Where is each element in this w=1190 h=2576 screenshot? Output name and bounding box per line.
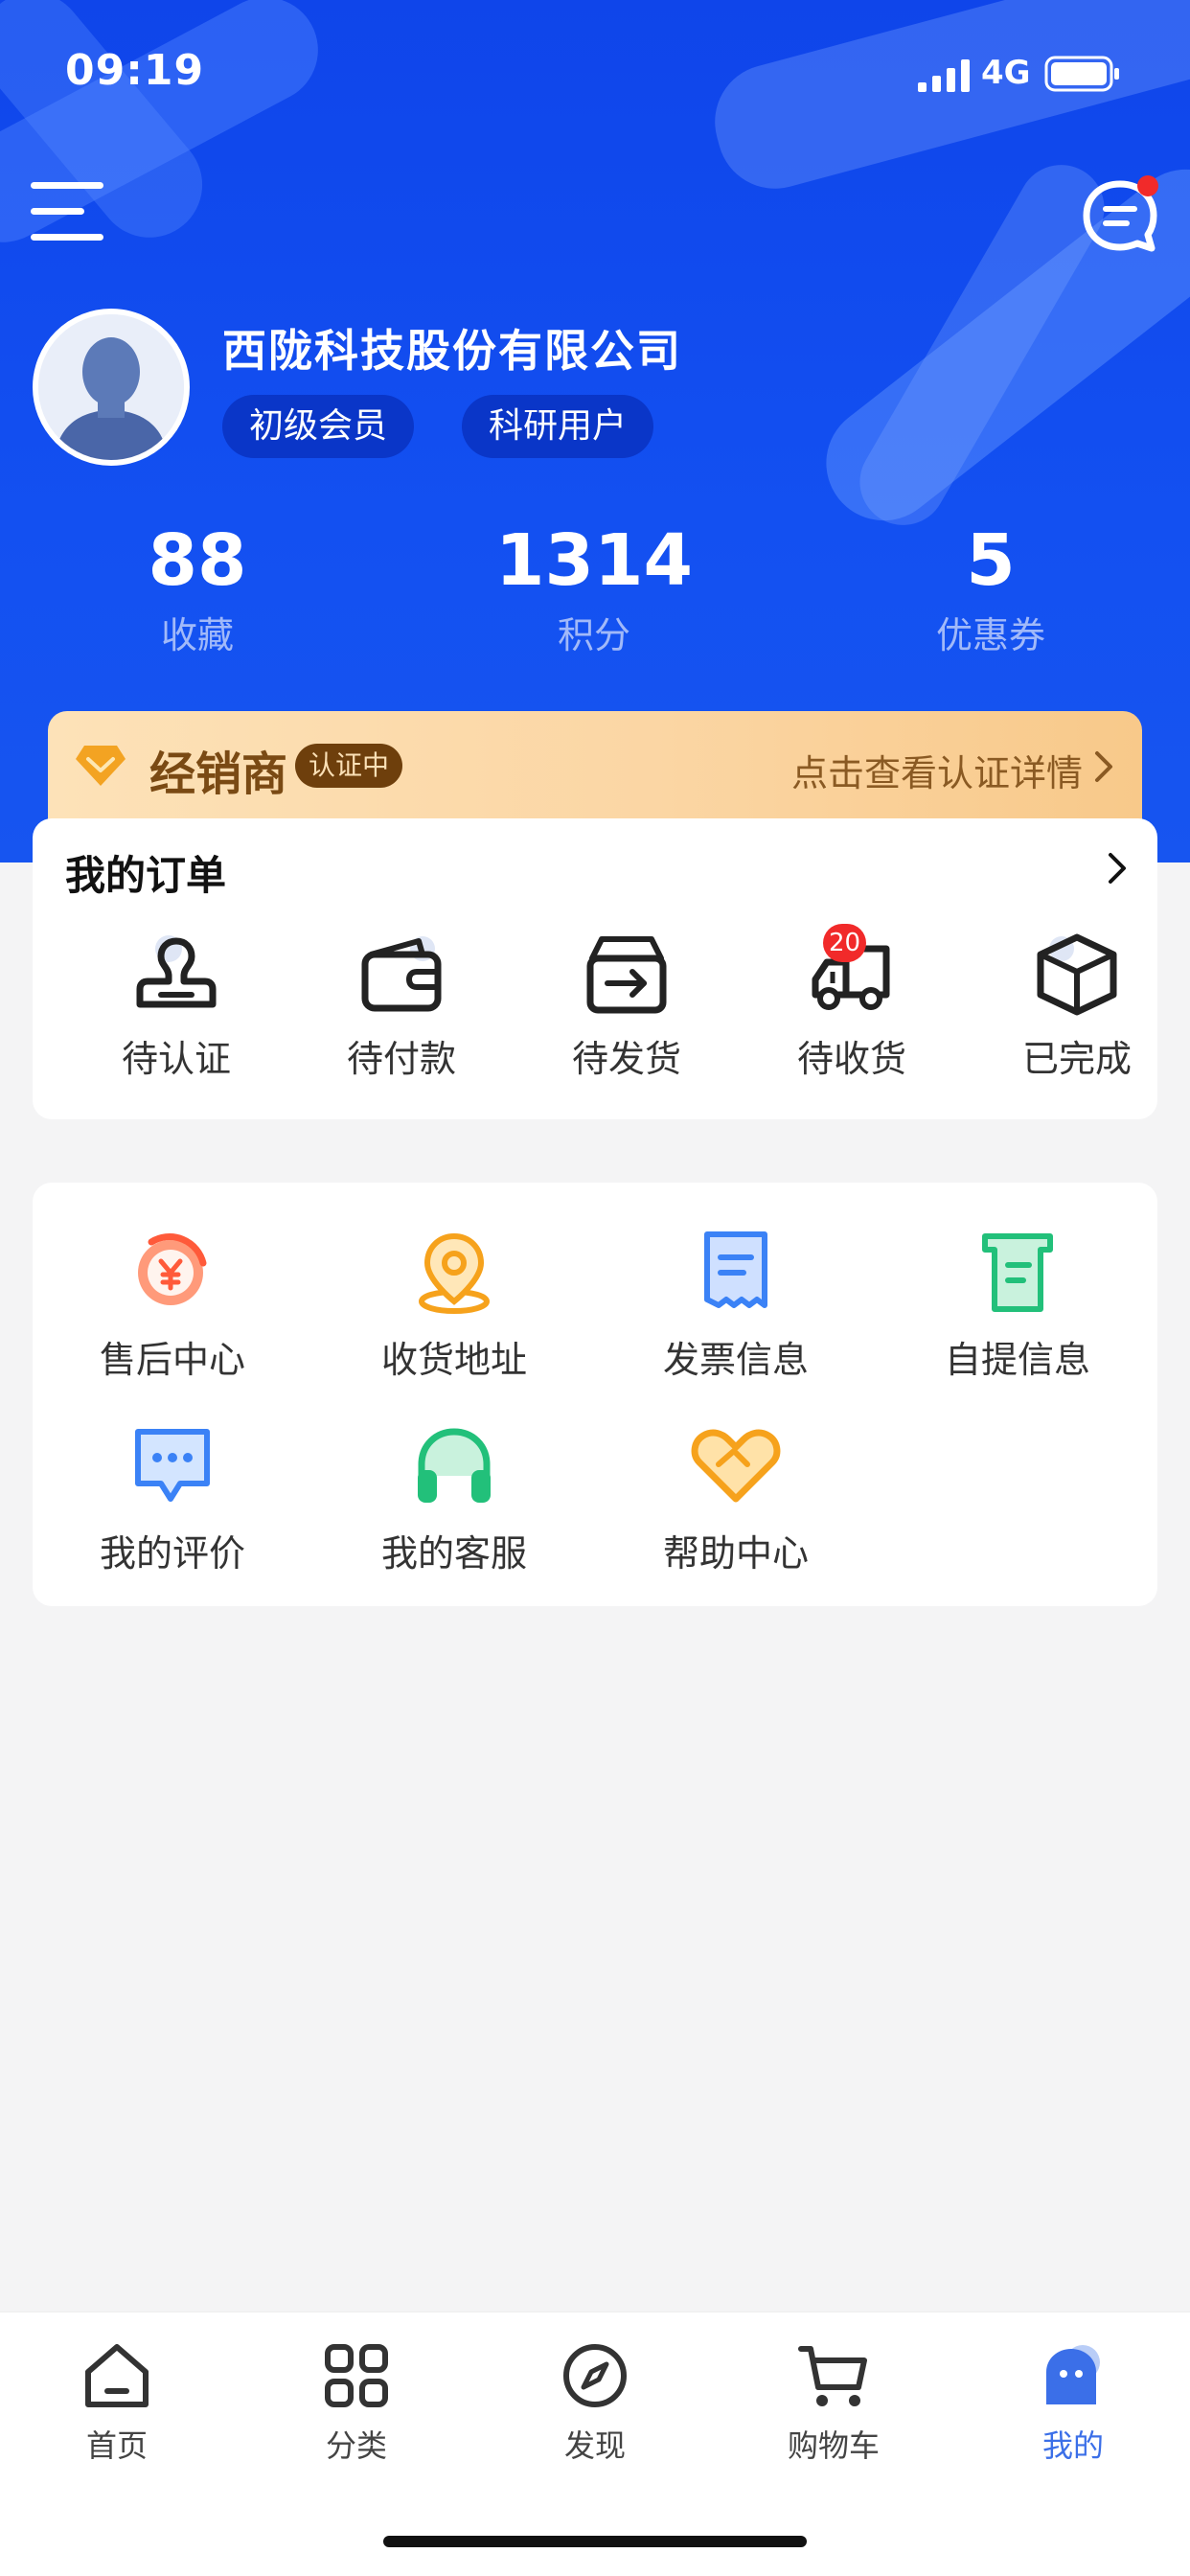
location-icon bbox=[419, 1232, 490, 1314]
stamp-icon bbox=[136, 935, 217, 1008]
menu-button[interactable] bbox=[31, 178, 103, 245]
chevron-right-icon bbox=[1095, 751, 1112, 782]
menu-line bbox=[31, 234, 103, 241]
service-label: 收货地址 bbox=[380, 1339, 527, 1381]
service-customer-support[interactable]: 我的客服 bbox=[339, 1422, 569, 1576]
avatar[interactable] bbox=[33, 309, 190, 466]
dealer-banner[interactable]: 经销商 认证中 点击查看认证详情 bbox=[48, 711, 1142, 826]
profile-icon bbox=[1046, 2345, 1100, 2404]
stat-label: 优惠券 bbox=[935, 614, 1045, 656]
menu-line bbox=[31, 208, 84, 215]
diamond-icon bbox=[76, 746, 126, 786]
user-avatar-icon bbox=[38, 314, 184, 460]
box-out-icon bbox=[586, 936, 667, 1014]
order-pending-payment[interactable]: 待付款 bbox=[306, 932, 497, 1082]
service-label: 发票信息 bbox=[662, 1339, 809, 1381]
service-label: 自提信息 bbox=[944, 1339, 1090, 1381]
notification-dot bbox=[1137, 175, 1158, 196]
order-label: 待收货 bbox=[796, 1038, 906, 1080]
compass-icon bbox=[563, 2344, 627, 2407]
tab-label: 分类 bbox=[325, 2427, 387, 2464]
package-icon bbox=[1037, 933, 1117, 1016]
order-completed[interactable]: 已完成 bbox=[981, 932, 1173, 1082]
status-time: 09:19 bbox=[65, 46, 205, 95]
certification-status-badge: 认证中 bbox=[295, 744, 403, 788]
orders-title[interactable]: 我的订单 bbox=[65, 843, 226, 902]
order-label: 已完成 bbox=[1021, 1038, 1132, 1080]
service-after-sales[interactable]: 售后中心 bbox=[57, 1229, 287, 1383]
service-label: 售后中心 bbox=[99, 1339, 245, 1381]
tab-me[interactable]: 我的 bbox=[977, 2339, 1169, 2466]
order-pending-receipt[interactable]: 20 待收货 bbox=[756, 924, 948, 1082]
handshake-icon bbox=[691, 1429, 781, 1503]
tab-discover[interactable]: 发现 bbox=[499, 2339, 691, 2466]
tab-label: 发现 bbox=[563, 2427, 626, 2464]
stat-coupons[interactable]: 5 优惠券 bbox=[847, 518, 1134, 658]
category-icon bbox=[325, 2344, 388, 2407]
service-invoice-info[interactable]: 发票信息 bbox=[621, 1229, 851, 1383]
stat-label: 收藏 bbox=[160, 614, 234, 656]
stat-label: 积分 bbox=[557, 614, 630, 656]
tab-cart[interactable]: 购物车 bbox=[738, 2339, 929, 2466]
signal-icon bbox=[918, 59, 970, 92]
order-label: 待发货 bbox=[571, 1038, 681, 1080]
headset-icon bbox=[418, 1428, 491, 1503]
stat-points[interactable]: 1314 积分 bbox=[450, 518, 738, 658]
orders-card: 我的订单 待认证 待付款 待发货 20 待收货 已完成 bbox=[33, 818, 1157, 1119]
home-icon bbox=[85, 2344, 149, 2407]
service-my-reviews[interactable]: 我的评价 bbox=[57, 1422, 287, 1576]
service-pickup-info[interactable]: 自提信息 bbox=[903, 1229, 1133, 1383]
tab-label: 我的 bbox=[1041, 2427, 1104, 2464]
menu-line bbox=[31, 182, 103, 189]
stat-favorites[interactable]: 88 收藏 bbox=[54, 518, 341, 658]
tab-category[interactable]: 分类 bbox=[261, 2339, 452, 2466]
unread-count-badge: 20 bbox=[823, 924, 867, 962]
user-type-tag: 科研用户 bbox=[462, 395, 654, 458]
company-name: 西陇科技股份有限公司 bbox=[222, 325, 682, 377]
invoice-icon bbox=[704, 1231, 767, 1308]
service-label: 帮助中心 bbox=[662, 1532, 809, 1575]
network-type: 4G bbox=[981, 54, 1031, 92]
certification-detail-link[interactable]: 点击查看认证详情 bbox=[791, 744, 1083, 796]
chevron-right-icon[interactable] bbox=[1106, 851, 1129, 886]
refund-icon bbox=[138, 1233, 207, 1305]
tab-home[interactable]: 首页 bbox=[21, 2339, 213, 2466]
status-bar: 09:19 4G bbox=[0, 0, 1190, 144]
tab-label: 购物车 bbox=[787, 2427, 880, 2464]
member-level-tag: 初级会员 bbox=[222, 395, 415, 458]
services-card: 售后中心 收货地址 发票信息 自提信息 我的评价 我的客服 帮助中心 bbox=[33, 1183, 1157, 1606]
dealer-title: 经销商 bbox=[149, 748, 288, 801]
tab-label: 首页 bbox=[85, 2427, 148, 2464]
service-label: 我的客服 bbox=[380, 1532, 527, 1575]
home-indicator bbox=[383, 2536, 807, 2547]
order-label: 待认证 bbox=[121, 1038, 231, 1080]
order-label: 待付款 bbox=[346, 1038, 456, 1080]
service-shipping-address[interactable]: 收货地址 bbox=[339, 1229, 569, 1383]
order-pending-certification[interactable]: 待认证 bbox=[80, 932, 272, 1082]
stat-value: 1314 bbox=[495, 519, 693, 602]
comment-icon bbox=[135, 1429, 210, 1502]
cart-icon bbox=[798, 2346, 867, 2406]
stat-value: 88 bbox=[148, 519, 247, 602]
order-pending-shipment[interactable]: 待发货 bbox=[531, 932, 722, 1082]
stat-value: 5 bbox=[966, 519, 1016, 602]
message-icon[interactable] bbox=[1077, 172, 1163, 259]
pickup-icon bbox=[982, 1233, 1053, 1312]
service-help-center[interactable]: 帮助中心 bbox=[621, 1422, 851, 1576]
wallet-icon bbox=[361, 936, 442, 1012]
service-label: 我的评价 bbox=[99, 1532, 245, 1575]
battery-icon bbox=[1044, 56, 1119, 92]
